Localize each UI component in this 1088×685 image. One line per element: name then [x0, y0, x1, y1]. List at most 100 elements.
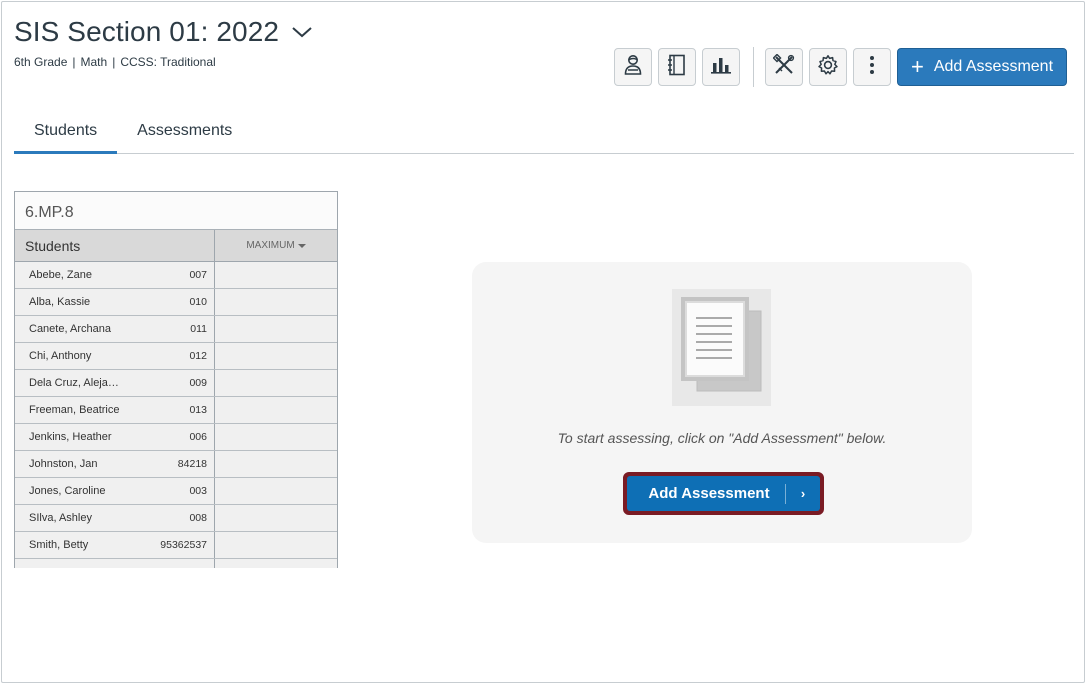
score-cell[interactable]: [215, 343, 337, 369]
plus-icon: +: [910, 54, 924, 79]
student-id: 013: [189, 404, 207, 416]
tab-bar: Students Assessments: [14, 114, 1074, 154]
student-cell[interactable]: Jones, Caroline 003: [15, 478, 215, 504]
table-row: Jones, Caroline 003: [15, 478, 337, 505]
title-row: SIS Section 01: 2022: [14, 16, 313, 48]
student-id: 007: [189, 269, 207, 281]
table-row: Abebe, Zane 007: [15, 262, 337, 289]
student-id: 011: [190, 323, 207, 335]
table-row: Alba, Kassie 010: [15, 289, 337, 316]
table-row: Dela Cruz, Aleja… 009: [15, 370, 337, 397]
reports-button[interactable]: [702, 48, 740, 86]
more-options-button[interactable]: [853, 48, 891, 86]
student-name: Jones, Caroline: [29, 485, 106, 497]
student-id: 003: [189, 485, 207, 497]
grid-column-headers: Students MAXIMUM: [15, 230, 337, 262]
score-cell[interactable]: [215, 559, 337, 568]
student-cell[interactable]: Freeman, Beatrice 013: [15, 397, 215, 423]
meta-subject: Math: [80, 55, 108, 69]
student-id: 008: [189, 512, 207, 524]
student-view-icon: [623, 54, 643, 81]
maximum-column-header[interactable]: MAXIMUM: [215, 230, 337, 261]
student-cell[interactable]: Chi, Anthony 012: [15, 343, 215, 369]
add-assessment-label: Add Assessment: [933, 58, 1054, 75]
tab-students[interactable]: Students: [14, 114, 118, 154]
score-cell[interactable]: [215, 316, 337, 342]
settings-button[interactable]: [809, 48, 847, 86]
toolbar: + Add Assessment: [608, 47, 1067, 87]
meta-standard-set: CCSS: Traditional: [120, 55, 216, 69]
student-view-button[interactable]: [614, 48, 652, 86]
bar-chart-icon: [710, 56, 732, 79]
tab-assessments[interactable]: Assessments: [117, 114, 252, 153]
grid-standard-header: 6.MP.8: [15, 192, 337, 230]
student-name: Abebe, Zane: [29, 269, 92, 281]
table-row: Johnston, Jan 84218: [15, 451, 337, 478]
cta-label: Add Assessment: [648, 485, 770, 502]
toolbar-divider: [753, 47, 754, 87]
table-row: Freeman, Beatrice 013: [15, 397, 337, 424]
tools-icon: [772, 52, 795, 81]
score-cell[interactable]: [215, 505, 337, 531]
cta-highlight: Add Assessment ›: [623, 472, 824, 515]
student-name: Smith, Betty: [29, 539, 89, 551]
empty-add-assessment-button[interactable]: Add Assessment ›: [627, 476, 820, 511]
student-name: Alba, Kassie: [29, 296, 91, 308]
student-id: 84218: [177, 458, 207, 470]
student-id: 95362537: [160, 539, 207, 551]
gear-icon: [817, 54, 839, 81]
notebook-button[interactable]: [658, 48, 696, 86]
chevron-down-icon[interactable]: [291, 21, 313, 43]
empty-state-message: To start assessing, click on "Add Assess…: [557, 430, 887, 446]
table-row: SIlva, Ashley 008: [15, 505, 337, 532]
student-name: Freeman, Beatrice: [29, 404, 120, 416]
tools-button[interactable]: [765, 48, 803, 86]
outcome-grid: 6.MP.8 Students MAXIMUM Abebe, Zane 007 Al…: [14, 191, 338, 568]
score-cell[interactable]: [215, 289, 337, 315]
table-row: [15, 559, 337, 568]
meta-separator: |: [112, 55, 116, 69]
notebook-icon: [668, 54, 686, 81]
student-cell[interactable]: Alba, Kassie 010: [15, 289, 215, 315]
add-assessment-button[interactable]: + Add Assessment: [897, 48, 1067, 86]
student-cell[interactable]: Canete, Archana 011: [15, 316, 215, 342]
score-cell[interactable]: [215, 451, 337, 477]
score-cell[interactable]: [215, 478, 337, 504]
student-name: Canete, Archana: [29, 323, 111, 335]
student-name: Chi, Anthony: [29, 350, 92, 362]
table-row: Chi, Anthony 012: [15, 343, 337, 370]
student-id: 010: [189, 296, 207, 308]
app-window: SIS Section 01: 2022 6th Grade | Math | CCSS…: [1, 1, 1085, 683]
page-title: SIS Section 01: 2022: [14, 16, 280, 47]
score-cell[interactable]: [215, 532, 337, 558]
maximum-label: MAXIMUM: [246, 240, 295, 251]
student-name: SIlva, Ashley: [29, 512, 92, 524]
student-cell[interactable]: SIlva, Ashley 008: [15, 505, 215, 531]
student-name: Dela Cruz, Aleja…: [29, 377, 119, 389]
empty-state-card: To start assessing, click on "Add Assess…: [472, 262, 972, 543]
more-vertical-icon: [869, 55, 875, 80]
student-cell[interactable]: Dela Cruz, Aleja… 009: [15, 370, 215, 396]
grid-rows: Abebe, Zane 007 Alba, Kassie 010 Canete, Arc…: [15, 262, 337, 568]
meta-grade: 6th Grade: [14, 55, 68, 69]
student-cell[interactable]: Jenkins, Heather 006: [15, 424, 215, 450]
student-cell[interactable]: Smith, Betty 95362537: [15, 532, 215, 558]
student-cell[interactable]: [15, 559, 215, 568]
section-meta: 6th Grade | Math | CCSS: Traditional: [14, 55, 216, 69]
score-cell[interactable]: [215, 397, 337, 423]
score-cell[interactable]: [215, 370, 337, 396]
student-id: 006: [189, 431, 207, 443]
student-name: Jenkins, Heather: [29, 431, 112, 443]
score-cell[interactable]: [215, 424, 337, 450]
score-cell[interactable]: [215, 262, 337, 288]
student-name: Johnston, Jan: [29, 458, 98, 470]
student-id: 009: [189, 377, 207, 389]
student-cell[interactable]: Johnston, Jan 84218: [15, 451, 215, 477]
student-id: 012: [189, 350, 207, 362]
documents-icon: [672, 289, 771, 406]
chevron-right-icon: ›: [800, 486, 806, 501]
student-cell[interactable]: Abebe, Zane 007: [15, 262, 215, 288]
caret-down-icon: [297, 243, 306, 248]
table-row: Canete, Archana 011: [15, 316, 337, 343]
table-row: Smith, Betty 95362537: [15, 532, 337, 559]
